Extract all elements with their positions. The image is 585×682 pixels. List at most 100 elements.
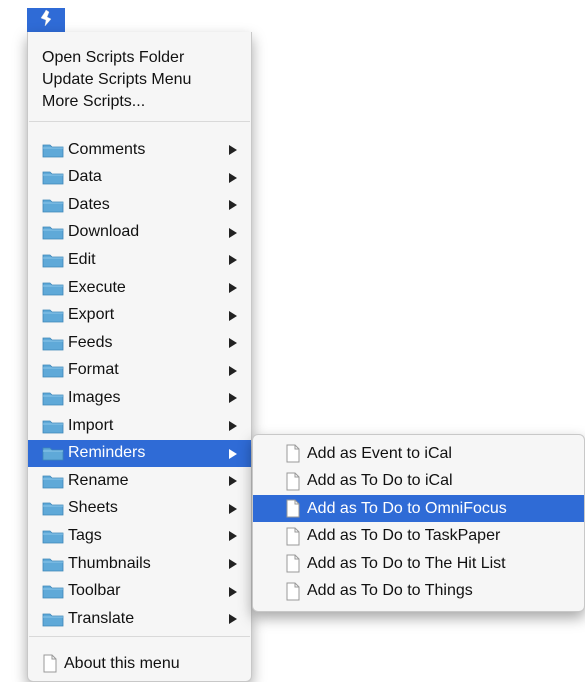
scripts-menu: Open Scripts Folder Update Scripts Menu … bbox=[27, 32, 252, 682]
submenu-arrow-icon bbox=[229, 531, 237, 542]
folder-item-images[interactable]: Images bbox=[28, 384, 251, 411]
folder-icon bbox=[42, 252, 64, 268]
submenu-arrow-icon bbox=[229, 559, 237, 569]
menu-item-label: More Scripts... bbox=[42, 92, 146, 110]
submenu-item[interactable]: Add as To Do to Things bbox=[253, 578, 584, 605]
folder-item-toolbar[interactable]: Toolbar bbox=[28, 578, 251, 605]
menu-item-about[interactable]: About this menu bbox=[28, 650, 251, 677]
script-document-icon bbox=[285, 582, 301, 601]
folder-item-edit[interactable]: Edit bbox=[28, 246, 251, 273]
submenu-item-label: Add as To Do to OmniFocus bbox=[307, 499, 507, 517]
submenu-item-label: Add as Event to iCal bbox=[307, 444, 452, 462]
folder-item-dates[interactable]: Dates bbox=[28, 191, 251, 218]
folder-label: Comments bbox=[68, 140, 146, 158]
folder-icon bbox=[42, 307, 64, 323]
menu-item-label: Update Scripts Menu bbox=[42, 70, 192, 88]
folder-label: Export bbox=[68, 306, 115, 324]
folder-label: Rename bbox=[68, 471, 129, 489]
submenu-arrow-icon bbox=[229, 227, 237, 238]
folder-label: Data bbox=[68, 168, 102, 186]
submenu-arrow-icon bbox=[229, 172, 237, 183]
folder-item-execute[interactable]: Execute bbox=[28, 274, 251, 301]
submenu-arrow-icon bbox=[229, 200, 237, 211]
submenu-item[interactable]: Add as To Do to iCal bbox=[253, 468, 584, 495]
submenu-arrow-icon bbox=[229, 255, 237, 266]
folder-icon bbox=[42, 197, 64, 213]
menu-separator bbox=[29, 636, 250, 637]
submenu-arrow-icon bbox=[229, 448, 237, 459]
script-menu-button[interactable] bbox=[27, 8, 65, 32]
submenu-item[interactable]: Add as To Do to OmniFocus bbox=[253, 495, 584, 522]
folder-item-data[interactable]: Data bbox=[28, 164, 251, 191]
folder-item-comments[interactable]: Comments bbox=[28, 136, 251, 163]
folder-item-format[interactable]: Format bbox=[28, 357, 251, 384]
folder-label: Tags bbox=[68, 526, 102, 544]
submenu-item[interactable]: Add as To Do to The Hit List bbox=[253, 550, 584, 577]
folder-item-download[interactable]: Download bbox=[28, 219, 251, 246]
menu-item-label: About this menu bbox=[64, 654, 180, 672]
folder-label: Execute bbox=[68, 278, 126, 296]
folder-item-sheets[interactable]: Sheets bbox=[28, 495, 251, 522]
menu-item-label: Open Scripts Folder bbox=[42, 48, 185, 66]
submenu-arrow-icon bbox=[229, 283, 237, 293]
folder-label: Translate bbox=[68, 609, 135, 627]
folder-icon bbox=[42, 500, 64, 516]
script-icon bbox=[38, 9, 54, 32]
submenu-arrow-icon bbox=[229, 476, 237, 487]
script-document-icon bbox=[285, 554, 301, 573]
reminders-submenu: Add as Event to iCal Add as To Do to iCal… bbox=[252, 434, 585, 612]
submenu-arrow-icon bbox=[229, 393, 237, 404]
folder-label: Feeds bbox=[68, 333, 113, 351]
folder-icon bbox=[42, 362, 64, 378]
submenu-item-label: Add as To Do to TaskPaper bbox=[307, 527, 501, 544]
folder-label: Thumbnails bbox=[68, 554, 151, 572]
folder-label: Format bbox=[68, 361, 119, 379]
folder-icon bbox=[42, 224, 64, 240]
folder-label: Sheets bbox=[68, 499, 118, 517]
folder-label: Import bbox=[68, 416, 114, 434]
folder-icon bbox=[42, 169, 64, 185]
folder-item-import[interactable]: Import bbox=[28, 412, 251, 439]
folder-icon bbox=[42, 528, 64, 544]
folder-label: Images bbox=[68, 388, 121, 406]
submenu-item-label: Add as To Do to Things bbox=[307, 582, 473, 599]
folder-icon bbox=[42, 556, 64, 572]
submenu-arrow-icon bbox=[229, 421, 237, 431]
folder-item-feeds[interactable]: Feeds bbox=[28, 329, 251, 356]
folder-item-tags[interactable]: Tags bbox=[28, 522, 251, 549]
submenu-arrow-icon bbox=[229, 586, 237, 597]
script-document-icon bbox=[285, 499, 301, 518]
submenu-arrow-icon bbox=[229, 365, 237, 376]
script-document-icon bbox=[285, 472, 301, 491]
folder-label: Dates bbox=[68, 195, 110, 213]
folder-icon bbox=[42, 611, 64, 627]
menu-separator bbox=[29, 121, 250, 122]
folder-icon bbox=[42, 390, 64, 406]
submenu-item[interactable]: Add as Event to iCal bbox=[253, 440, 584, 467]
script-document-icon bbox=[42, 654, 58, 673]
folder-icon bbox=[42, 335, 64, 351]
folder-icon bbox=[42, 473, 64, 489]
folder-item-translate[interactable]: Translate bbox=[28, 605, 251, 632]
submenu-arrow-icon bbox=[229, 310, 237, 321]
folder-label: Edit bbox=[68, 250, 96, 268]
folder-label: Reminders bbox=[68, 444, 146, 462]
menu-item-more-scripts[interactable]: More Scripts... bbox=[28, 88, 251, 115]
submenu-arrow-icon bbox=[229, 503, 237, 514]
folder-label: Toolbar bbox=[68, 582, 121, 600]
folder-item-export[interactable]: Export bbox=[28, 302, 251, 329]
submenu-item[interactable]: Add as To Do to TaskPaper bbox=[253, 523, 584, 550]
folder-icon bbox=[42, 142, 64, 158]
folder-item-rename[interactable]: Rename bbox=[28, 467, 251, 494]
submenu-arrow-icon bbox=[229, 338, 237, 349]
script-document-icon bbox=[285, 527, 301, 546]
folder-item-reminders[interactable]: Reminders bbox=[28, 439, 251, 467]
folder-icon bbox=[42, 445, 64, 461]
folder-label: Download bbox=[68, 223, 140, 241]
submenu-item-label: Add as To Do to iCal bbox=[307, 472, 453, 489]
folder-icon bbox=[42, 280, 64, 296]
folder-icon bbox=[42, 418, 64, 434]
submenu-arrow-icon bbox=[229, 614, 237, 625]
folder-item-thumbnails[interactable]: Thumbnails bbox=[28, 550, 251, 577]
submenu-arrow-icon bbox=[229, 145, 237, 155]
